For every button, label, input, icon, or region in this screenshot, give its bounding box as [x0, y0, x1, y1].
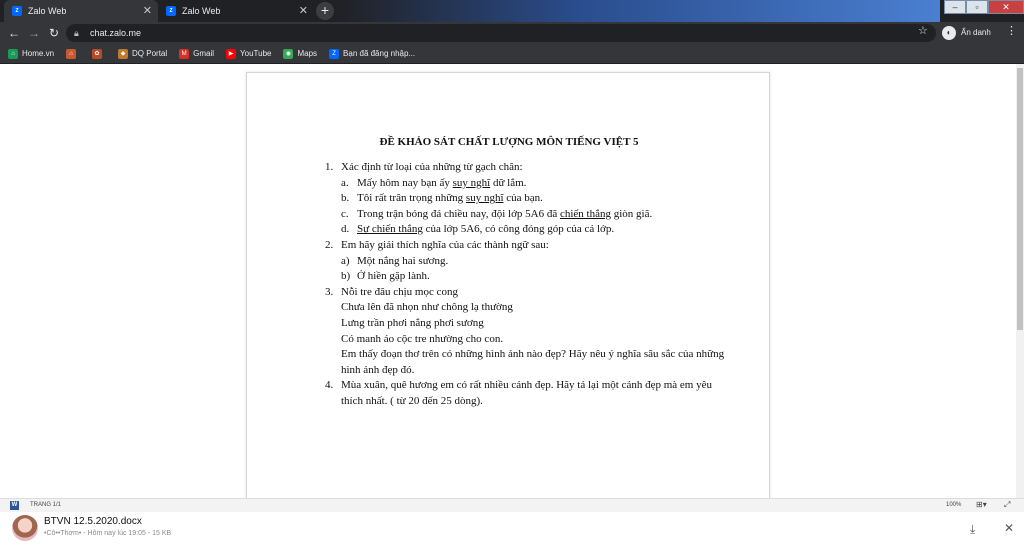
word-file-icon: W	[10, 501, 19, 510]
incognito-icon: ◐	[942, 25, 956, 40]
maximize-icon[interactable]: ▫	[966, 0, 988, 14]
scrollbar-thumb[interactable]	[1017, 68, 1023, 330]
lock-icon: 🔒︎	[74, 28, 79, 38]
question-1-b: b. Tôi rất trân trọng những suy nghĩ của …	[341, 192, 543, 205]
zalo-icon: Z	[12, 6, 22, 16]
tab-zalo-1[interactable]: Z Zalo Web ✕	[4, 0, 158, 22]
document-body: 1. Xác định từ loại của những từ gạch ch…	[325, 160, 725, 410]
question-3: 3. Nỗi tre đâu chịu mọc cong	[325, 285, 458, 298]
question-3-prompt: Em thấy đoạn thơ trên có những hình ảnh …	[341, 348, 725, 376]
page-indicator: TRANG 1/1	[30, 502, 62, 508]
forward-icon[interactable]: →	[26, 25, 42, 41]
document-title: ĐỀ KHẢO SÁT CHẤT LƯỢNG MÔN TIẾNG VIỆT 5	[379, 136, 639, 148]
zalo-icon: Z	[329, 48, 340, 59]
viewer-status-bar: W TRANG 1/1 100% ⊞▾ ⤢	[0, 498, 1024, 512]
gmail-icon: M	[179, 48, 190, 59]
bookmark-gmail[interactable]: M Gmail	[179, 48, 214, 59]
question-2: 2. Em hãy giải thích nghĩa của các thành…	[325, 238, 549, 251]
address-bar[interactable]: 🔒︎ chat.zalo.me	[66, 24, 936, 42]
bookmark-star-icon[interactable]: ☆	[918, 24, 928, 37]
question-1-a: a. Mấy hôm nay bạn ấy suy nghĩ dữ lắm.	[341, 176, 527, 189]
back-icon[interactable]: ←	[6, 25, 22, 41]
maps-icon: ◉	[283, 48, 294, 59]
tab-strip: Z Zalo Web ✕ Z Zalo Web ✕ + – ▫ ✕	[0, 0, 1024, 22]
file-name: BTVN 12.5.2020.docx	[44, 516, 142, 527]
home-icon: ⌂	[8, 48, 18, 59]
incognito-profile[interactable]: ◐ Ẩn danh	[942, 24, 991, 41]
minimize-icon[interactable]: –	[944, 0, 966, 14]
profile-label: Ẩn danh	[961, 28, 991, 37]
zoom-level[interactable]: 100%	[946, 502, 961, 508]
window-controls: – ▫ ✕	[944, 0, 1024, 14]
kebab-menu-icon[interactable]: ⋮	[1006, 24, 1017, 37]
avatar	[12, 515, 38, 541]
fullscreen-icon[interactable]: ⤢	[1004, 500, 1010, 510]
zalo-icon: Z	[166, 6, 176, 16]
bookmark-gear[interactable]: ✿	[92, 48, 106, 59]
close-window-icon[interactable]: ✕	[988, 0, 1024, 14]
tab-close-icon[interactable]: ✕	[143, 4, 152, 17]
bookmark-youtube[interactable]: ▶ YouTube	[226, 48, 271, 59]
question-1: 1. Xác định từ loại của những từ gạch ch…	[325, 161, 523, 173]
question-1-c: c. Trong trận bóng đá chiều nay, đội lớp …	[341, 207, 653, 220]
portal-icon: ◆	[118, 48, 129, 59]
bookmark-home-vn[interactable]: ⌂ Home.vn	[8, 48, 54, 59]
new-tab-button[interactable]: +	[316, 2, 334, 20]
question-2-a: a) Một nắng hai sương.	[341, 254, 449, 267]
view-mode-icon[interactable]: ⊞▾	[976, 500, 987, 509]
bookmark-zalo-login[interactable]: Z Bạn đã đăng nhập...	[329, 48, 415, 59]
poem-line: Chưa lên đã nhọn như chông lạ thường	[341, 301, 513, 314]
file-info-bar: BTVN 12.5.2020.docx •Cô••Thơm• - Hôm nay…	[0, 512, 1024, 550]
question-2-b: b) Ở hiền gặp lành.	[341, 270, 430, 283]
gear-icon: ✿	[92, 48, 103, 59]
tab-zalo-2[interactable]: Z Zalo Web ✕	[158, 0, 314, 22]
youtube-icon: ▶	[226, 48, 237, 59]
tab-title: Zalo Web	[182, 6, 221, 16]
bookmark-maps[interactable]: ◉ Maps	[283, 48, 317, 59]
document-viewer: ĐỀ KHẢO SÁT CHẤT LƯỢNG MÔN TIẾNG VIỆT 5 …	[0, 64, 1024, 502]
tab-title: Zalo Web	[28, 6, 67, 16]
bookmarks-bar: ⌂ Home.vn ⌂ ✿ ◆ DQ Portal M Gmail ▶ YouTube …	[0, 44, 1024, 64]
house-icon: ⌂	[66, 48, 77, 59]
bookmark-dq-portal[interactable]: ◆ DQ Portal	[118, 48, 167, 59]
poem-line: Lưng trần phơi nắng phơi sương	[341, 316, 484, 329]
question-4: 4. Mùa xuân, quê hương em có rất nhiều c…	[325, 379, 712, 407]
close-icon[interactable]: ✕	[1004, 521, 1014, 535]
scrollbar[interactable]	[1016, 64, 1024, 498]
bookmark-house[interactable]: ⌂	[66, 48, 80, 59]
url-text: chat.zalo.me	[90, 28, 142, 38]
reload-icon[interactable]: ↻	[46, 25, 62, 41]
poem-line: Có manh áo cộc tre nhường cho con.	[341, 332, 504, 345]
question-1-d: d. Sự chiến thắng của lớp 5A6, có công đó…	[341, 223, 615, 236]
file-meta: •Cô••Thơm• - Hôm nay lúc 19:05 - 15 KB	[44, 530, 172, 537]
window-titlebar-bg	[340, 0, 940, 22]
document-page: ĐỀ KHẢO SÁT CHẤT LƯỢNG MÔN TIẾNG VIỆT 5 …	[246, 72, 770, 502]
browser-toolbar: ← → ↻ 🔒︎ chat.zalo.me	[0, 22, 1024, 44]
download-icon[interactable]: ⤓	[970, 522, 975, 537]
tab-close-icon[interactable]: ✕	[299, 4, 308, 17]
